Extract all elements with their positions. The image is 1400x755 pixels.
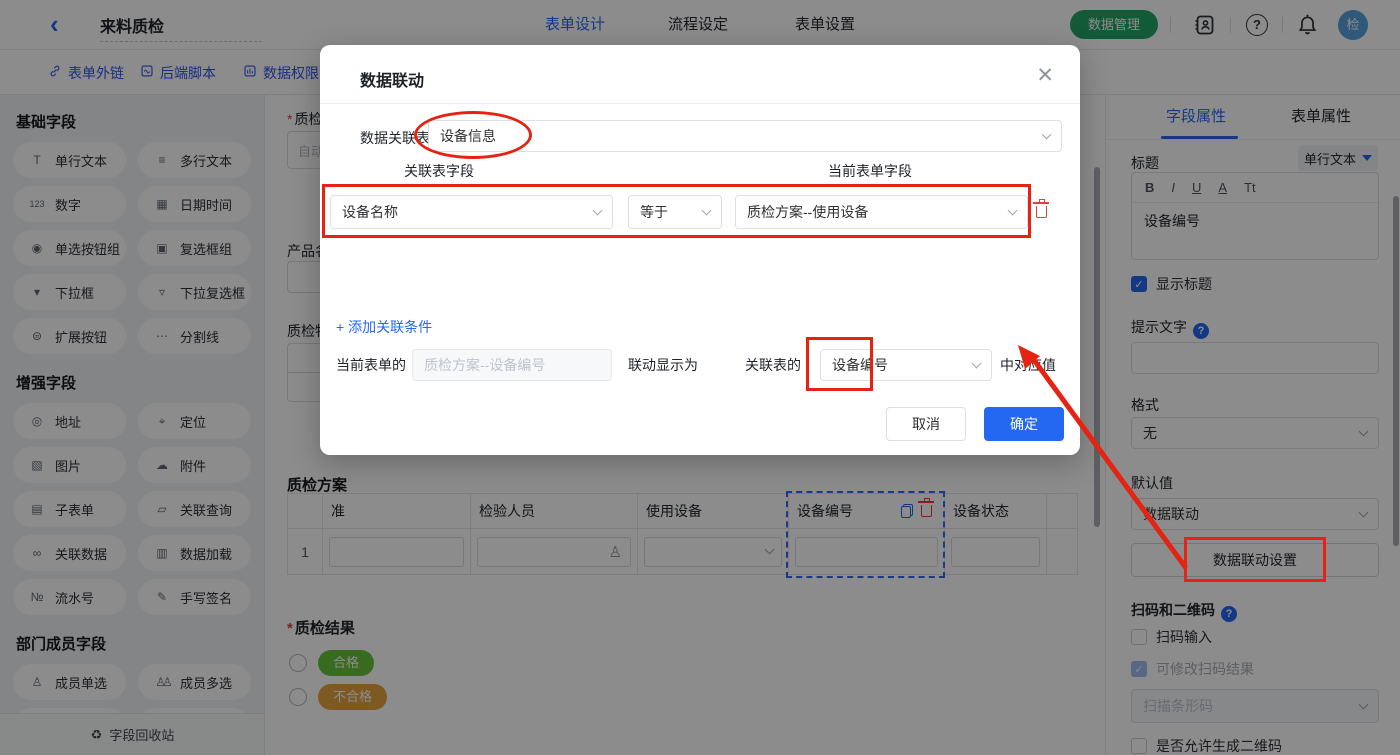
form-designer-app: ‹ 来料质检 表单设计 流程设定 表单设置 数据管理 ? 检 表单外链 后端脚本… — [0, 0, 1400, 755]
chevron-down-icon — [971, 358, 982, 368]
add-condition-link[interactable]: + 添加关联条件 — [336, 317, 432, 337]
relation-table-value: 设备信息 — [440, 128, 496, 144]
column-heading-relation-field: 关联表字段 — [404, 163, 474, 179]
current-form-prefix-label: 当前表单的 — [336, 357, 406, 373]
current-field-select[interactable]: 质检方案--使用设备 — [735, 195, 1028, 229]
column-heading-current-field: 当前表单字段 — [828, 163, 912, 179]
relation-field-select[interactable]: 设备名称 — [330, 195, 613, 229]
linkage-display-label: 联动显示为 — [628, 357, 698, 373]
operator-select[interactable]: 等于 — [628, 195, 722, 229]
relation-field-value: 设备名称 — [342, 204, 398, 220]
chevron-down-icon — [701, 205, 712, 215]
modal-divider — [320, 103, 1080, 104]
chevron-down-icon — [1007, 205, 1018, 215]
current-field-value: 质检方案--使用设备 — [747, 204, 869, 220]
data-linkage-modal: 数据联动 ✕ 数据关联表 设备信息 关联表字段 当前表单字段 设备名称 等于 质… — [320, 45, 1080, 455]
placeholder-text: 质检方案--设备编号 — [424, 357, 546, 373]
add-condition-label: 添加关联条件 — [348, 319, 433, 335]
delete-condition-icon[interactable] — [1033, 199, 1049, 218]
relation-table-select[interactable]: 设备信息 — [428, 120, 1062, 152]
current-form-field-input[interactable]: 质检方案--设备编号 — [412, 349, 612, 381]
relation-table-of-label: 关联表的 — [745, 357, 801, 373]
relation-table-label: 数据关联表 — [360, 130, 430, 146]
display-field-value: 设备编号 — [832, 357, 888, 373]
corresponding-value-label: 中对应值 — [1000, 357, 1056, 373]
confirm-button[interactable]: 确定 — [984, 407, 1064, 441]
operator-value: 等于 — [640, 204, 668, 220]
chevron-down-icon — [1041, 129, 1052, 139]
display-field-select[interactable]: 设备编号 — [820, 349, 992, 381]
cancel-button[interactable]: 取消 — [886, 407, 966, 441]
chevron-down-icon — [592, 205, 603, 215]
close-icon[interactable]: ✕ — [1036, 63, 1054, 88]
modal-title: 数据联动 — [360, 73, 425, 90]
plus-icon: + — [336, 319, 345, 335]
